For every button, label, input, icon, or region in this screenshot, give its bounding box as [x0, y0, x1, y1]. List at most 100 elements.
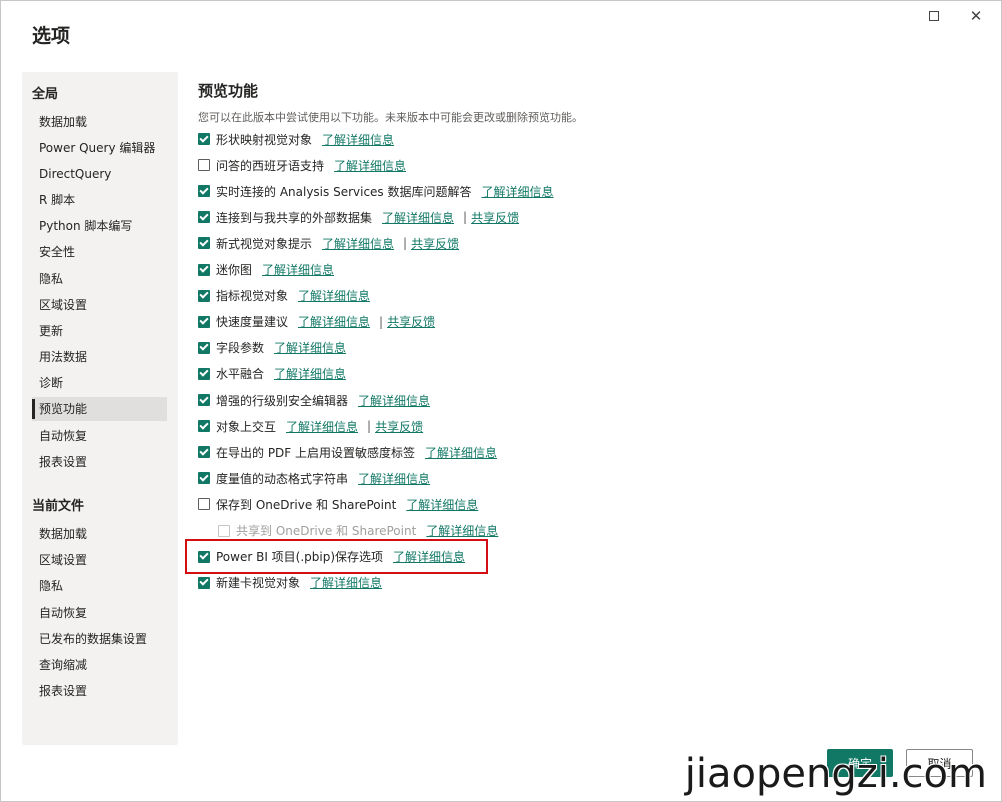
sidebar-item-file-regional-settings[interactable]: 区域设置 — [32, 548, 167, 572]
option-checkbox[interactable] — [198, 446, 210, 459]
sidebar-item-file-auto-recovery[interactable]: 自动恢复 — [32, 601, 167, 625]
options-dialog: ✕ 选项 全局 数据加载 Power Query 编辑器 DirectQuery… — [0, 0, 1002, 802]
preview-option-row: 问答的西班牙语支持 了解详细信息 — [198, 155, 406, 175]
share-feedback-link[interactable]: 共享反馈 — [387, 313, 435, 330]
option-checkbox[interactable] — [198, 472, 210, 485]
learn-more-link[interactable]: 了解详细信息 — [425, 444, 497, 461]
learn-more-link[interactable]: 了解详细信息 — [274, 339, 346, 356]
sidebar-item-file-privacy[interactable]: 隐私 — [32, 574, 167, 598]
preview-option-row: 迷你图 了解详细信息 — [198, 260, 334, 280]
sidebar-item-query-reduction[interactable]: 查询缩减 — [32, 653, 167, 677]
preview-option-row: 连接到与我共享的外部数据集 了解详细信息 | 共享反馈 — [198, 207, 519, 227]
learn-more-link[interactable]: 了解详细信息 — [262, 261, 334, 278]
learn-more-link[interactable]: 了解详细信息 — [426, 522, 498, 539]
option-label: 度量值的动态格式字符串 — [216, 471, 349, 486]
close-icon: ✕ — [969, 7, 983, 25]
option-checkbox[interactable] — [198, 576, 210, 589]
share-feedback-link[interactable]: 共享反馈 — [411, 235, 459, 252]
preview-option-row: 快速度量建议 了解详细信息 | 共享反馈 — [198, 312, 435, 332]
preview-option-row: 增强的行级别安全编辑器 了解详细信息 — [198, 390, 430, 410]
sidebar: 全局 数据加载 Power Query 编辑器 DirectQuery R 脚本… — [22, 72, 178, 745]
sidebar-item-diagnostics[interactable]: 诊断 — [32, 371, 167, 395]
preview-option-row: 字段参数 了解详细信息 — [198, 338, 346, 358]
learn-more-link[interactable]: 了解详细信息 — [322, 235, 394, 252]
option-checkbox[interactable] — [198, 133, 210, 145]
sidebar-item-directquery[interactable]: DirectQuery — [32, 162, 167, 186]
learn-more-link[interactable]: 了解详细信息 — [382, 209, 454, 226]
learn-more-link[interactable]: 了解详细信息 — [482, 183, 554, 200]
option-checkbox[interactable] — [198, 159, 210, 172]
section-title: 预览功能 — [198, 82, 259, 100]
sidebar-item-updates[interactable]: 更新 — [32, 319, 167, 343]
sidebar-item-data-load[interactable]: 数据加载 — [32, 110, 167, 134]
link-separator: | — [463, 210, 468, 225]
sidebar-item-file-data-load[interactable]: 数据加载 — [32, 522, 167, 546]
option-label: 新式视觉对象提示 — [216, 236, 313, 251]
sidebar-item-security[interactable]: 安全性 — [32, 240, 167, 264]
option-label: 新建卡视觉对象 — [216, 576, 301, 591]
learn-more-link[interactable]: 了解详细信息 — [322, 131, 394, 148]
close-button[interactable]: ✕ — [965, 7, 987, 25]
option-checkbox[interactable] — [198, 263, 210, 276]
option-label: 形状映射视觉对象 — [216, 132, 313, 147]
share-feedback-link[interactable]: 共享反馈 — [375, 418, 423, 435]
option-label: 迷你图 — [216, 263, 253, 277]
option-checkbox[interactable] — [198, 289, 210, 302]
sidebar-item-regional-settings[interactable]: 区域设置 — [32, 293, 167, 317]
option-label: 连接到与我共享的外部数据集 — [216, 210, 373, 225]
learn-more-link[interactable]: 了解详细信息 — [358, 392, 430, 409]
learn-more-link[interactable]: 了解详细信息 — [286, 418, 358, 435]
link-separator: | — [403, 236, 408, 251]
sidebar-item-privacy[interactable]: 隐私 — [32, 267, 167, 291]
sidebar-item-report-settings[interactable]: 报表设置 — [32, 450, 167, 474]
sidebar-group-current-file: 当前文件 — [32, 499, 85, 514]
sidebar-item-preview-features[interactable]: 预览功能 — [32, 397, 167, 421]
preview-option-row: 水平融合 了解详细信息 — [198, 364, 346, 384]
option-checkbox[interactable] — [198, 394, 210, 406]
learn-more-link[interactable]: 了解详细信息 — [406, 496, 478, 513]
learn-more-link[interactable]: 了解详细信息 — [358, 470, 430, 487]
option-label: 水平融合 — [216, 367, 265, 382]
learn-more-link[interactable]: 了解详细信息 — [298, 313, 370, 330]
option-label: 对象上交互 — [216, 419, 277, 434]
option-checkbox[interactable] — [198, 185, 210, 198]
sidebar-item-usage-data[interactable]: 用法数据 — [32, 345, 167, 369]
sidebar-item-file-report-settings[interactable]: 报表设置 — [32, 679, 167, 703]
option-checkbox[interactable] — [198, 211, 210, 224]
sidebar-item-r-script[interactable]: R 脚本 — [32, 188, 167, 212]
option-label: 在导出的 PDF 上启用设置敏感度标签 — [216, 445, 416, 460]
sidebar-item-python-script[interactable]: Python 脚本编写 — [32, 214, 167, 238]
option-label: Power BI 项目(.pbip)保存选项 — [216, 550, 384, 565]
link-separator: | — [379, 314, 384, 329]
option-label: 字段参数 — [216, 341, 265, 356]
option-checkbox[interactable] — [198, 315, 210, 328]
learn-more-link[interactable]: 了解详细信息 — [393, 548, 465, 565]
option-checkbox[interactable] — [198, 420, 210, 433]
preview-option-row: 新式视觉对象提示 了解详细信息 | 共享反馈 — [198, 233, 459, 253]
learn-more-link[interactable]: 了解详细信息 — [298, 287, 370, 304]
option-label: 问答的西班牙语支持 — [216, 158, 325, 173]
learn-more-link[interactable]: 了解详细信息 — [334, 157, 406, 174]
sidebar-item-power-query-editor[interactable]: Power Query 编辑器 — [32, 136, 167, 160]
section-description: 您可以在此版本中尝试使用以下功能。未来版本中可能会更改或删除预览功能。 — [198, 111, 583, 124]
dialog-title: 选项 — [32, 25, 71, 47]
option-label: 快速度量建议 — [216, 315, 289, 330]
option-checkbox[interactable] — [198, 237, 210, 250]
option-checkbox[interactable] — [198, 498, 210, 511]
option-label: 实时连接的 Analysis Services 数据库问题解答 — [216, 184, 472, 199]
option-checkbox[interactable] — [198, 341, 210, 354]
option-label: 共享到 OneDrive 和 SharePoint — [236, 524, 417, 538]
sidebar-item-auto-recovery[interactable]: 自动恢复 — [32, 424, 167, 448]
preview-option-row: 新建卡视觉对象 了解详细信息 — [198, 573, 382, 593]
option-checkbox[interactable] — [198, 550, 210, 563]
option-label: 增强的行级别安全编辑器 — [216, 393, 349, 408]
maximize-button[interactable] — [923, 7, 945, 25]
sidebar-item-published-dataset-settings[interactable]: 已发布的数据集设置 — [32, 627, 167, 651]
option-label: 保存到 OneDrive 和 SharePoint — [216, 497, 397, 512]
share-feedback-link[interactable]: 共享反馈 — [471, 209, 519, 226]
option-checkbox[interactable] — [198, 367, 210, 380]
preview-option-row: 形状映射视觉对象 了解详细信息 — [198, 129, 394, 149]
preview-option-row: 在导出的 PDF 上启用设置敏感度标签 了解详细信息 — [198, 442, 497, 462]
learn-more-link[interactable]: 了解详细信息 — [310, 574, 382, 591]
learn-more-link[interactable]: 了解详细信息 — [274, 365, 346, 382]
